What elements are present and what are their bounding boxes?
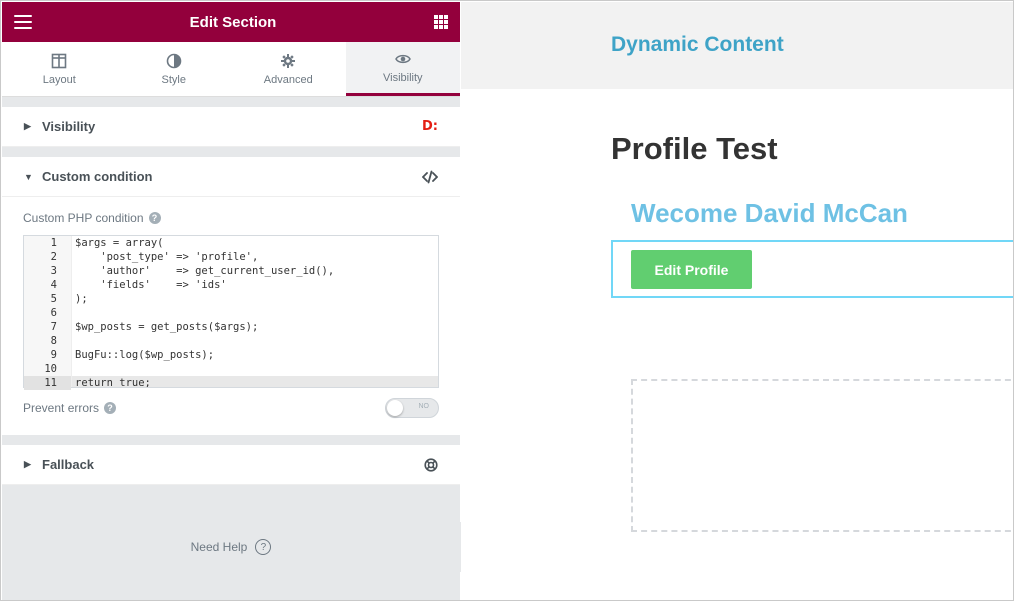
empty-drop-zone[interactable]	[631, 379, 1013, 532]
line-number: 9	[50, 349, 57, 361]
welcome-heading: Wecome David McCan	[631, 198, 908, 228]
site-title[interactable]: Dynamic Content	[611, 33, 784, 57]
php-code-editor[interactable]: 1 2 3 4 5 6 7 8 9 10 11 $args = array( 'post_type'…	[23, 235, 439, 390]
tab-label: Visibility	[382, 72, 423, 84]
site-header: Dynamic Content	[461, 2, 1013, 89]
line-number: 1	[50, 237, 57, 249]
gear-icon	[281, 53, 296, 68]
help-icon[interactable]: ?	[104, 402, 117, 414]
tab-label: Layout	[42, 73, 76, 86]
prevent-errors-row: Prevent errors ? NO	[2, 388, 460, 435]
code-line[interactable]: 'fields' => 'ids'	[72, 278, 438, 292]
tab-advanced[interactable]: Advanced	[231, 42, 346, 96]
need-help-link[interactable]: Need Help ?	[2, 522, 460, 572]
prevent-errors-toggle[interactable]: NO	[385, 398, 439, 418]
custom-condition-section: ▼ Custom condition Custom PHP condition …	[2, 157, 460, 435]
widgets-grid-icon[interactable]	[434, 15, 448, 29]
section-label: Custom condition	[42, 169, 153, 184]
code-line[interactable]	[72, 334, 438, 348]
page-preview: Dynamic Content Profile Test Wecome Davi…	[461, 2, 1013, 600]
toggle-knob	[387, 400, 403, 416]
panel-header: Edit Section	[2, 2, 460, 42]
custom-php-label-text: Custom PHP condition	[23, 211, 144, 225]
tab-style[interactable]: Style	[117, 42, 232, 96]
eye-icon	[394, 54, 411, 64]
visibility-section-header[interactable]: ▶ Visibility D:	[2, 107, 460, 147]
line-number: 7	[50, 321, 57, 333]
custom-condition-header[interactable]: ▼ Custom condition	[2, 157, 460, 197]
code-line[interactable]: BugFu::log($wp_posts);	[72, 348, 438, 362]
edit-profile-button[interactable]: Edit Profile	[631, 250, 752, 289]
tab-visibility[interactable]: Visibility	[345, 42, 460, 96]
dynamic-badge-icon: D:	[422, 119, 438, 134]
question-circle-icon: ?	[255, 539, 272, 555]
line-number: 5	[50, 293, 57, 305]
fallback-section: ▶ Fallback	[2, 445, 460, 485]
line-number: 11	[24, 376, 71, 390]
page-title: Profile Test	[611, 131, 778, 166]
layout-icon	[51, 53, 67, 68]
code-line[interactable]: );	[72, 292, 438, 306]
tab-label: Style	[161, 73, 186, 86]
tab-layout[interactable]: Layout	[2, 42, 117, 96]
code-line[interactable]: 'post_type' => 'profile',	[72, 250, 438, 264]
visibility-section: ▶ Visibility D:	[2, 107, 460, 147]
code-line[interactable]	[72, 362, 438, 376]
code-lines[interactable]: $args = array( 'post_type' => 'profile',…	[72, 236, 438, 387]
code-line[interactable]: return true;	[72, 376, 438, 387]
editor-panel: Edit Section Layout Style Advanced Visib…	[2, 2, 460, 600]
line-number: 10	[44, 363, 57, 375]
line-number-gutter: 1 2 3 4 5 6 7 8 9 10 11	[24, 236, 72, 390]
line-number: 3	[50, 265, 57, 277]
lifebuoy-icon	[424, 457, 438, 472]
line-number: 4	[50, 279, 57, 291]
code-line[interactable]	[72, 306, 438, 320]
line-number: 8	[50, 335, 57, 347]
prevent-errors-label: Prevent errors	[23, 401, 100, 415]
line-number: 6	[50, 307, 57, 319]
code-icon	[422, 170, 438, 183]
section-label: Fallback	[42, 457, 95, 472]
caret-right-icon: ▶	[24, 459, 31, 469]
panel-title: Edit Section	[189, 13, 277, 31]
hamburger-menu-icon[interactable]	[14, 15, 32, 29]
need-help-text: Need Help	[190, 540, 248, 554]
half-circle-icon	[166, 53, 182, 68]
code-line[interactable]: $args = array(	[72, 236, 438, 250]
section-label: Visibility	[42, 119, 96, 134]
line-number: 2	[50, 251, 57, 263]
tab-label: Advanced	[263, 73, 313, 86]
app-window: Edit Section Layout Style Advanced Visib…	[0, 0, 1014, 601]
code-line[interactable]: $wp_posts = get_posts($args);	[72, 320, 438, 334]
custom-php-label: Custom PHP condition ?	[2, 197, 460, 235]
code-line[interactable]: 'author' => get_current_user_id(),	[72, 264, 438, 278]
caret-down-icon: ▼	[24, 171, 33, 182]
help-icon[interactable]: ?	[148, 212, 161, 224]
panel-tabs: Layout Style Advanced Visibility	[2, 42, 460, 97]
caret-right-icon: ▶	[24, 121, 31, 131]
fallback-section-header[interactable]: ▶ Fallback	[2, 445, 460, 485]
toggle-text: NO	[418, 403, 430, 410]
